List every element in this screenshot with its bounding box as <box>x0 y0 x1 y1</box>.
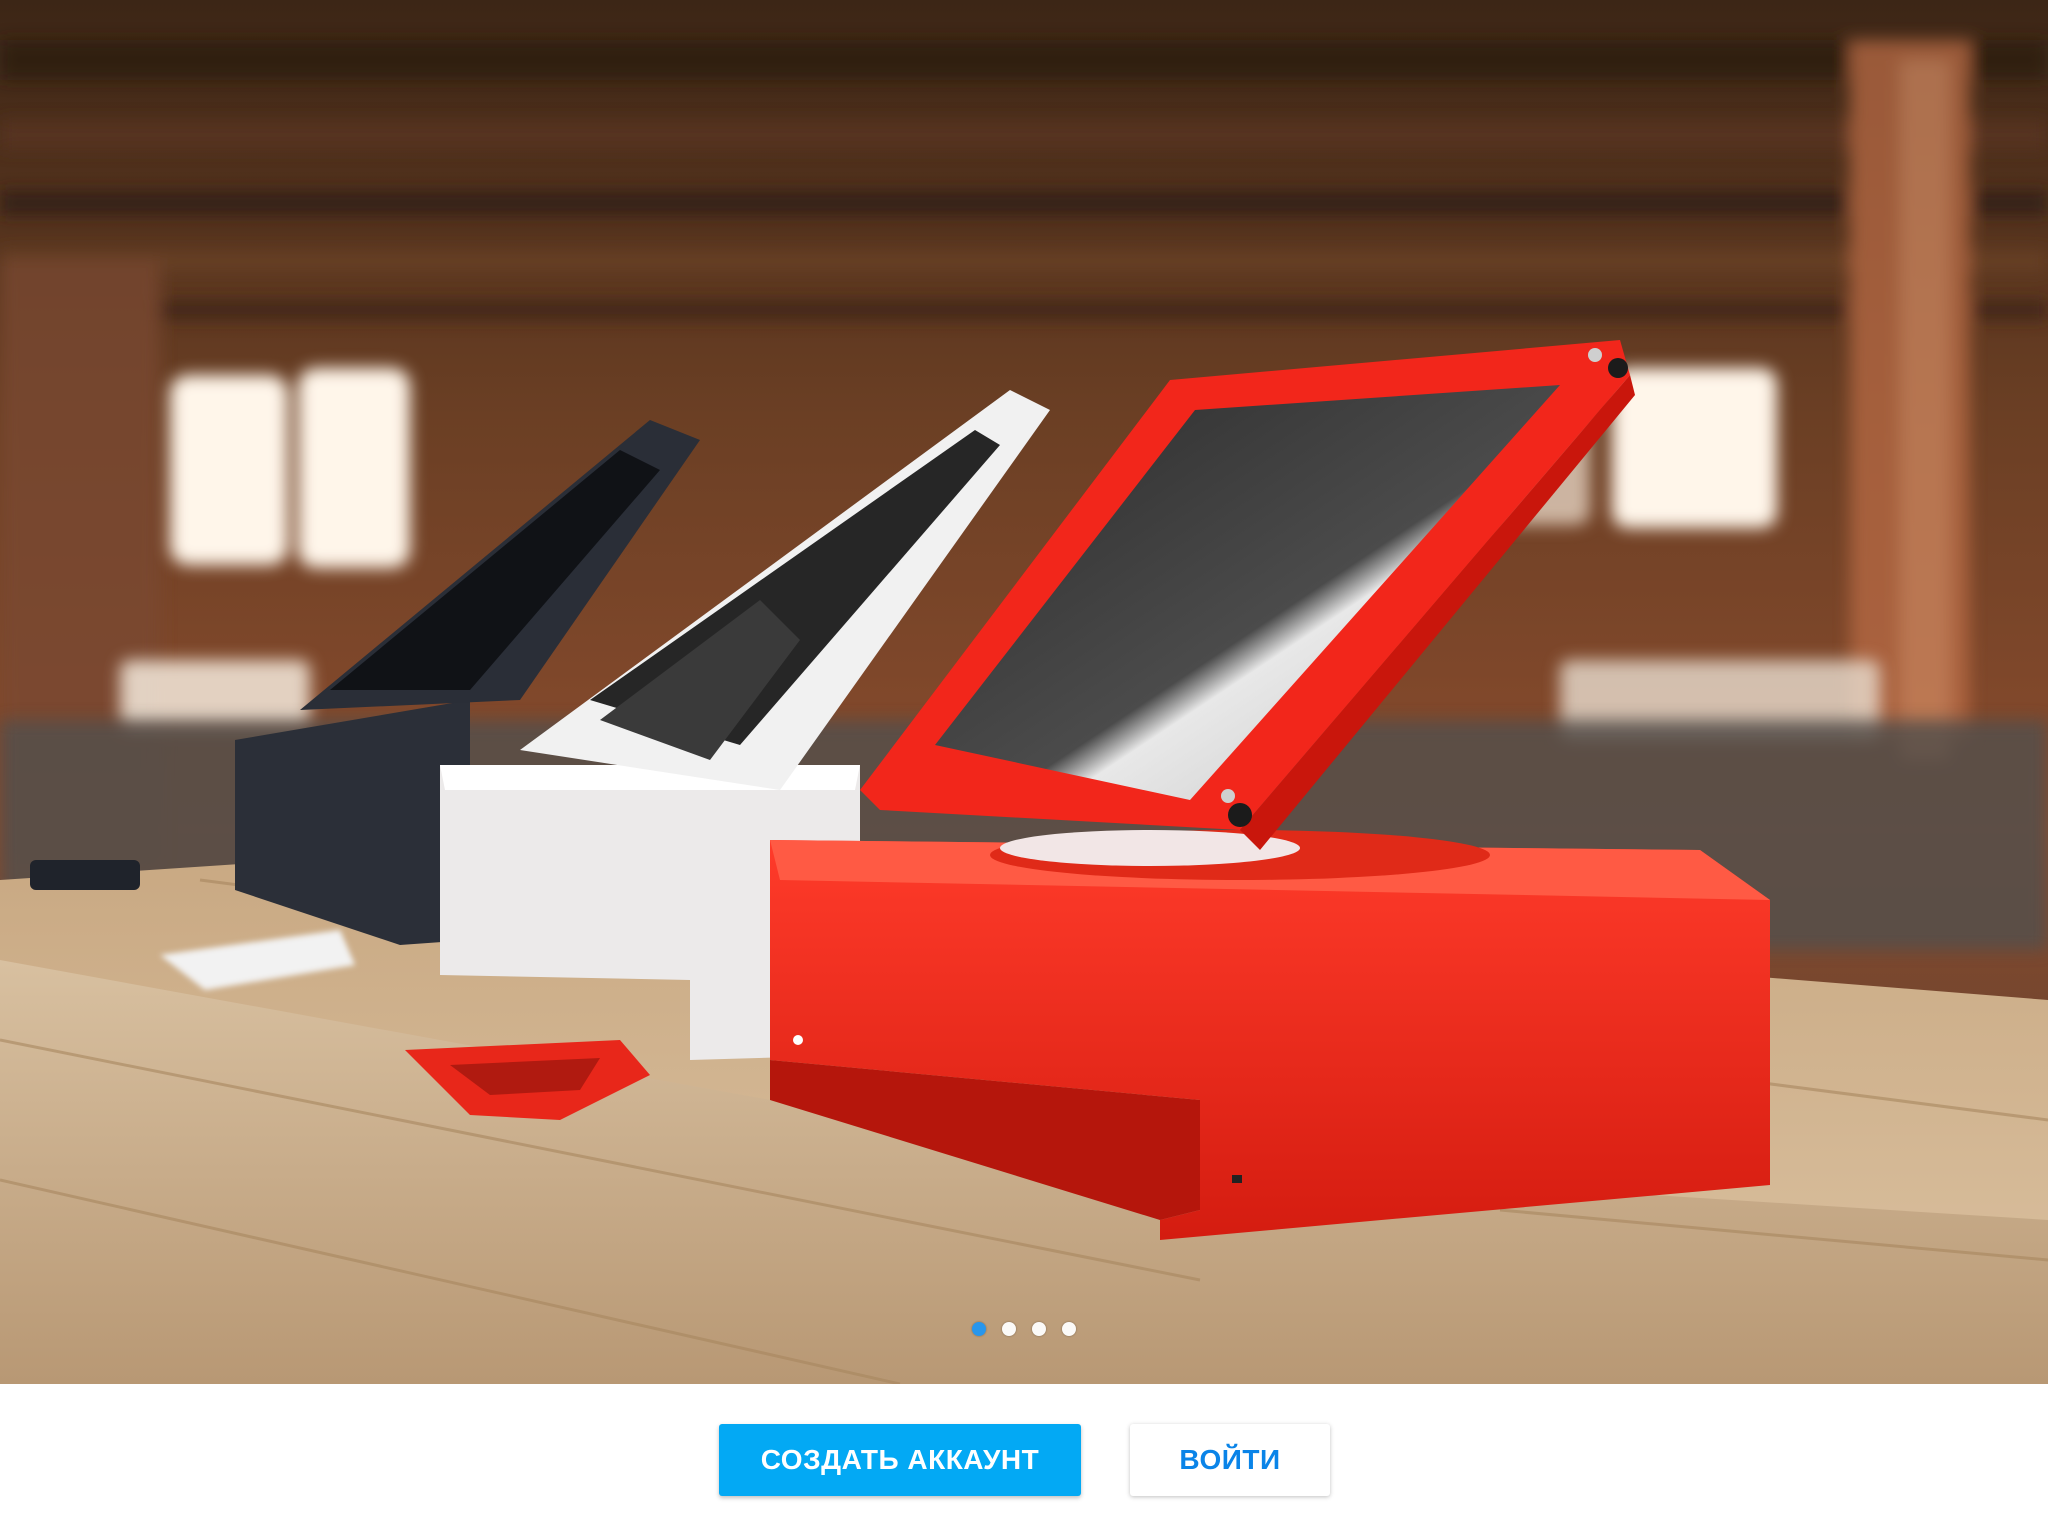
hero-carousel[interactable] <box>0 0 2048 1384</box>
carousel-slide-image <box>0 0 2048 1384</box>
carousel-dot-2[interactable] <box>1002 1322 1016 1336</box>
auth-actions: СОЗДАТЬ АККАУНТ ВОЙТИ <box>0 1384 2048 1536</box>
carousel-pagination <box>0 1322 2048 1336</box>
carousel-dot-4[interactable] <box>1062 1322 1076 1336</box>
create-account-button[interactable]: СОЗДАТЬ АККАУНТ <box>719 1424 1081 1496</box>
carousel-dot-3[interactable] <box>1032 1322 1046 1336</box>
login-button[interactable]: ВОЙТИ <box>1130 1424 1330 1496</box>
carousel-dot-1[interactable] <box>972 1322 986 1336</box>
